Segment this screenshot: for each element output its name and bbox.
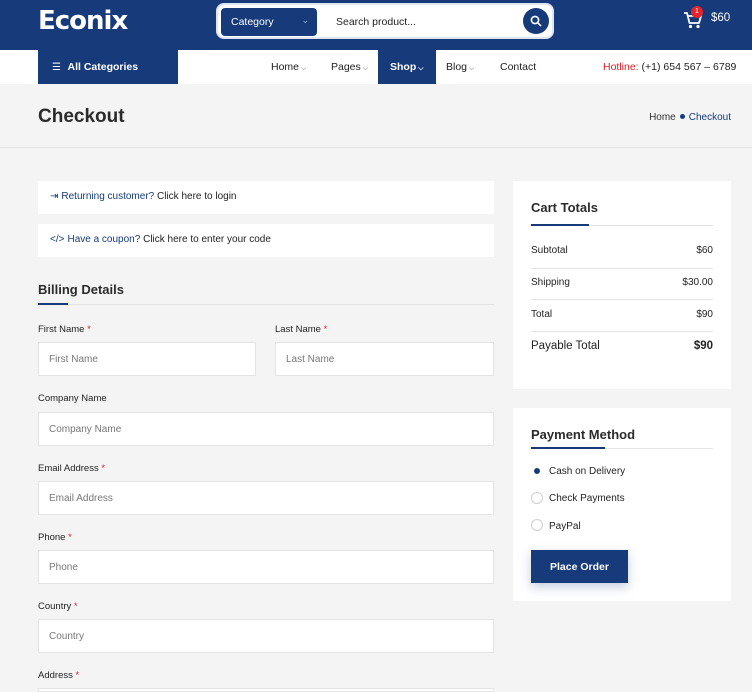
last-name-label: Last Name * — [275, 324, 328, 335]
search-button[interactable] — [523, 8, 549, 34]
cart-totals-divider — [531, 224, 713, 226]
login-text[interactable]: Click here to login — [154, 191, 237, 202]
chevron-down-icon: ⌄ — [301, 15, 309, 25]
payable-total-value: $90 — [693, 340, 713, 352]
payment-method-title: Payment Method — [531, 427, 636, 442]
top-header: Econix Category ⌄ 1 $60 — [0, 0, 752, 50]
search-icon — [530, 15, 542, 27]
code-icon: </> — [50, 234, 65, 245]
search-input[interactable] — [336, 9, 516, 35]
check-payments-label[interactable]: Check Payments — [549, 493, 625, 504]
shipping-value: $30.00 — [682, 277, 713, 288]
all-categories-button[interactable]: ☰ All Categories — [38, 50, 178, 84]
login-notice: ⇥ Returning customer? Click here to login — [38, 181, 494, 214]
nav-item-pages[interactable]: Pages ⌵ — [331, 50, 368, 84]
nav-item-label: Blog — [446, 61, 468, 73]
hotline-label: Hotline: — [603, 61, 639, 73]
cart-totals-card: Cart Totals Subtotal $60 Shipping $30.00 T… — [513, 181, 731, 389]
hotline-number[interactable]: (+1) 654 567 – 6789 — [642, 61, 737, 73]
coupon-link[interactable]: Have a coupon? — [67, 234, 140, 245]
breadcrumb-separator — [679, 114, 685, 120]
page-title: Checkout — [38, 106, 125, 127]
check-payments-radio[interactable] — [531, 492, 543, 504]
returning-customer-link[interactable]: Returning customer? — [61, 191, 154, 202]
breadcrumb: Home Checkout — [649, 112, 731, 123]
nav-item-shop[interactable]: Shop ⌵ — [378, 50, 436, 84]
first-name-field[interactable] — [38, 342, 256, 376]
paypal-label[interactable]: PayPal — [549, 521, 581, 532]
coupon-notice: </> Have a coupon? Click here to enter yo… — [38, 224, 494, 257]
nav-item-label: Contact — [500, 61, 537, 73]
subtotal-row: Subtotal $60 — [531, 245, 713, 256]
company-name-field[interactable] — [38, 412, 494, 446]
hotline: Hotline: (+1) 654 567 – 6789 — [603, 61, 736, 73]
login-icon: ⇥ — [50, 191, 59, 202]
phone-field[interactable] — [38, 550, 494, 584]
main-nav: ☰ All Categories Home ⌵ Pages ⌵ Shop ⌵ Blog… — [0, 50, 752, 84]
email-field[interactable] — [38, 481, 494, 515]
coupon-text[interactable]: Click here to enter your code — [140, 234, 271, 245]
breadcrumb-home[interactable]: Home — [649, 112, 676, 123]
nav-item-label: Home — [271, 61, 300, 73]
page-header: Checkout Home Checkout — [0, 84, 752, 148]
first-name-label: First Name * — [38, 324, 91, 335]
cart-count-badge: 1 — [691, 6, 703, 18]
shipping-row: Shipping $30.00 — [531, 277, 713, 288]
address-label: Address * — [38, 670, 80, 681]
cart-total[interactable]: $60 — [711, 12, 730, 24]
cart-totals-title: Cart Totals — [531, 200, 598, 215]
site-logo[interactable]: Econix — [38, 6, 128, 36]
place-order-button[interactable]: Place Order — [531, 550, 628, 583]
search-bar: Category ⌄ — [216, 3, 554, 39]
country-field[interactable] — [38, 619, 494, 653]
payable-total-row: Payable Total $90 — [531, 340, 713, 352]
chevron-down-icon: ⌵ — [469, 65, 475, 72]
billing-divider — [38, 303, 494, 305]
cash-on-delivery-label[interactable]: Cash on Delivery — [549, 466, 625, 477]
chevron-down-icon: ⌵ — [301, 65, 307, 72]
chevron-down-icon: ⌵ — [362, 65, 369, 72]
cash-on-delivery-radio[interactable] — [531, 465, 543, 477]
all-categories-label: All Categories — [67, 61, 139, 73]
nav-item-blog[interactable]: Blog ⌵ — [446, 50, 474, 84]
nav-item-label: Pages — [331, 61, 361, 73]
company-name-label: Company Name — [38, 393, 107, 404]
subtotal-value: $60 — [696, 245, 713, 256]
nav-item-home[interactable]: Home ⌵ — [271, 50, 306, 84]
last-name-field[interactable] — [275, 342, 494, 376]
category-select-label: Category — [231, 16, 274, 28]
phone-label: Phone * — [38, 532, 72, 543]
chevron-down-icon: ⌵ — [418, 65, 424, 72]
paypal-radio[interactable] — [531, 519, 543, 531]
nav-item-contact[interactable]: Contact — [500, 50, 536, 84]
payment-method-card: Payment Method Cash on Delivery Check Pa… — [513, 408, 731, 601]
country-label: Country * — [38, 601, 78, 612]
category-select[interactable]: Category ⌄ — [221, 8, 317, 36]
payment-divider — [531, 447, 713, 449]
breadcrumb-current: Checkout — [688, 112, 731, 123]
menu-icon: ☰ — [52, 62, 61, 73]
nav-item-label: Shop — [390, 61, 417, 73]
address-field[interactable] — [38, 688, 494, 692]
total-row: Total $90 — [531, 309, 713, 320]
email-label: Email Address * — [38, 463, 106, 474]
total-value: $90 — [696, 309, 713, 320]
billing-title: Billing Details — [38, 282, 124, 297]
